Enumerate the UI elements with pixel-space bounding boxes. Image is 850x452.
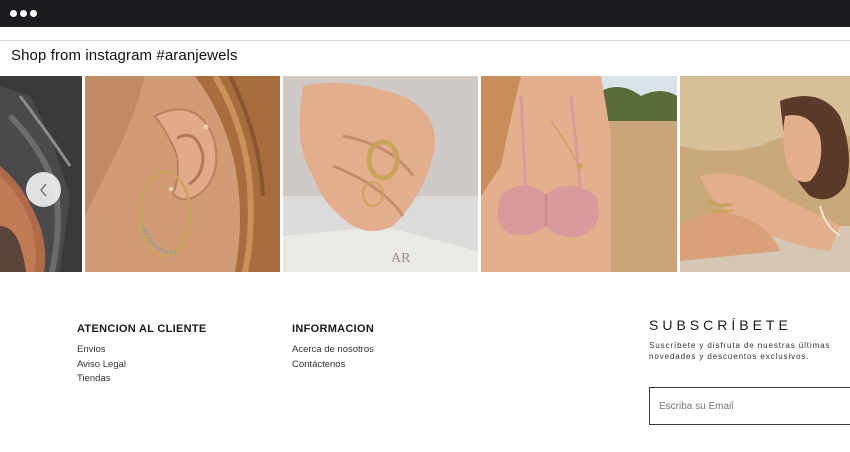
newsletter-text-line: Suscríbete y disfruta de nuestras última… [649,341,831,350]
footer-heading: ATENCION AL CLIENTE [77,323,207,335]
dot [30,10,37,17]
instagram-post-4[interactable] [481,76,677,272]
instagram-post-2[interactable] [85,76,280,272]
newsletter-description: Suscríbete y disfruta de nuestras última… [649,340,850,362]
newsletter-text-line: novedades y descuentos exclusivos. [649,352,810,361]
footer-heading: INFORMACION [292,323,375,335]
dot [20,10,27,17]
dot [10,10,17,17]
carousel-prev-button[interactable] [26,172,61,207]
newsletter-section: SUBSCRÍBETE Suscríbete y disfruta de nue… [649,317,850,362]
footer-link-tiendas[interactable]: Tiendas [77,372,207,387]
footer-information: INFORMACION Acerca de nosotros Contácten… [292,323,374,372]
email-input[interactable] [649,387,850,425]
footer-link-envios[interactable]: Envios [77,343,207,358]
footer-link-aviso-legal[interactable]: Aviso Legal [77,358,207,373]
three-dots-icon[interactable] [10,10,37,17]
instagram-post-image [481,76,677,272]
instagram-post-5[interactable] [680,76,850,272]
footer-customer-service: ATENCION AL CLIENTE Envios Aviso Legal T… [77,323,207,387]
instagram-section-title: Shop from instagram #aranjewels [11,47,238,64]
instagram-post-image: AR [283,76,478,272]
instagram-post-image [85,76,280,272]
chevron-left-icon [39,183,47,196]
instagram-post-3[interactable]: AR [283,76,478,272]
footer-link-contacto[interactable]: Contáctenos [292,358,374,373]
newsletter-heading: SUBSCRÍBETE [649,317,792,333]
instagram-gallery: AR [0,76,850,272]
instagram-post-image [680,76,850,272]
box-text: AR [391,251,411,266]
divider [0,40,850,41]
footer-link-acerca[interactable]: Acerca de nosotros [292,343,374,358]
browser-top-bar [0,0,850,27]
